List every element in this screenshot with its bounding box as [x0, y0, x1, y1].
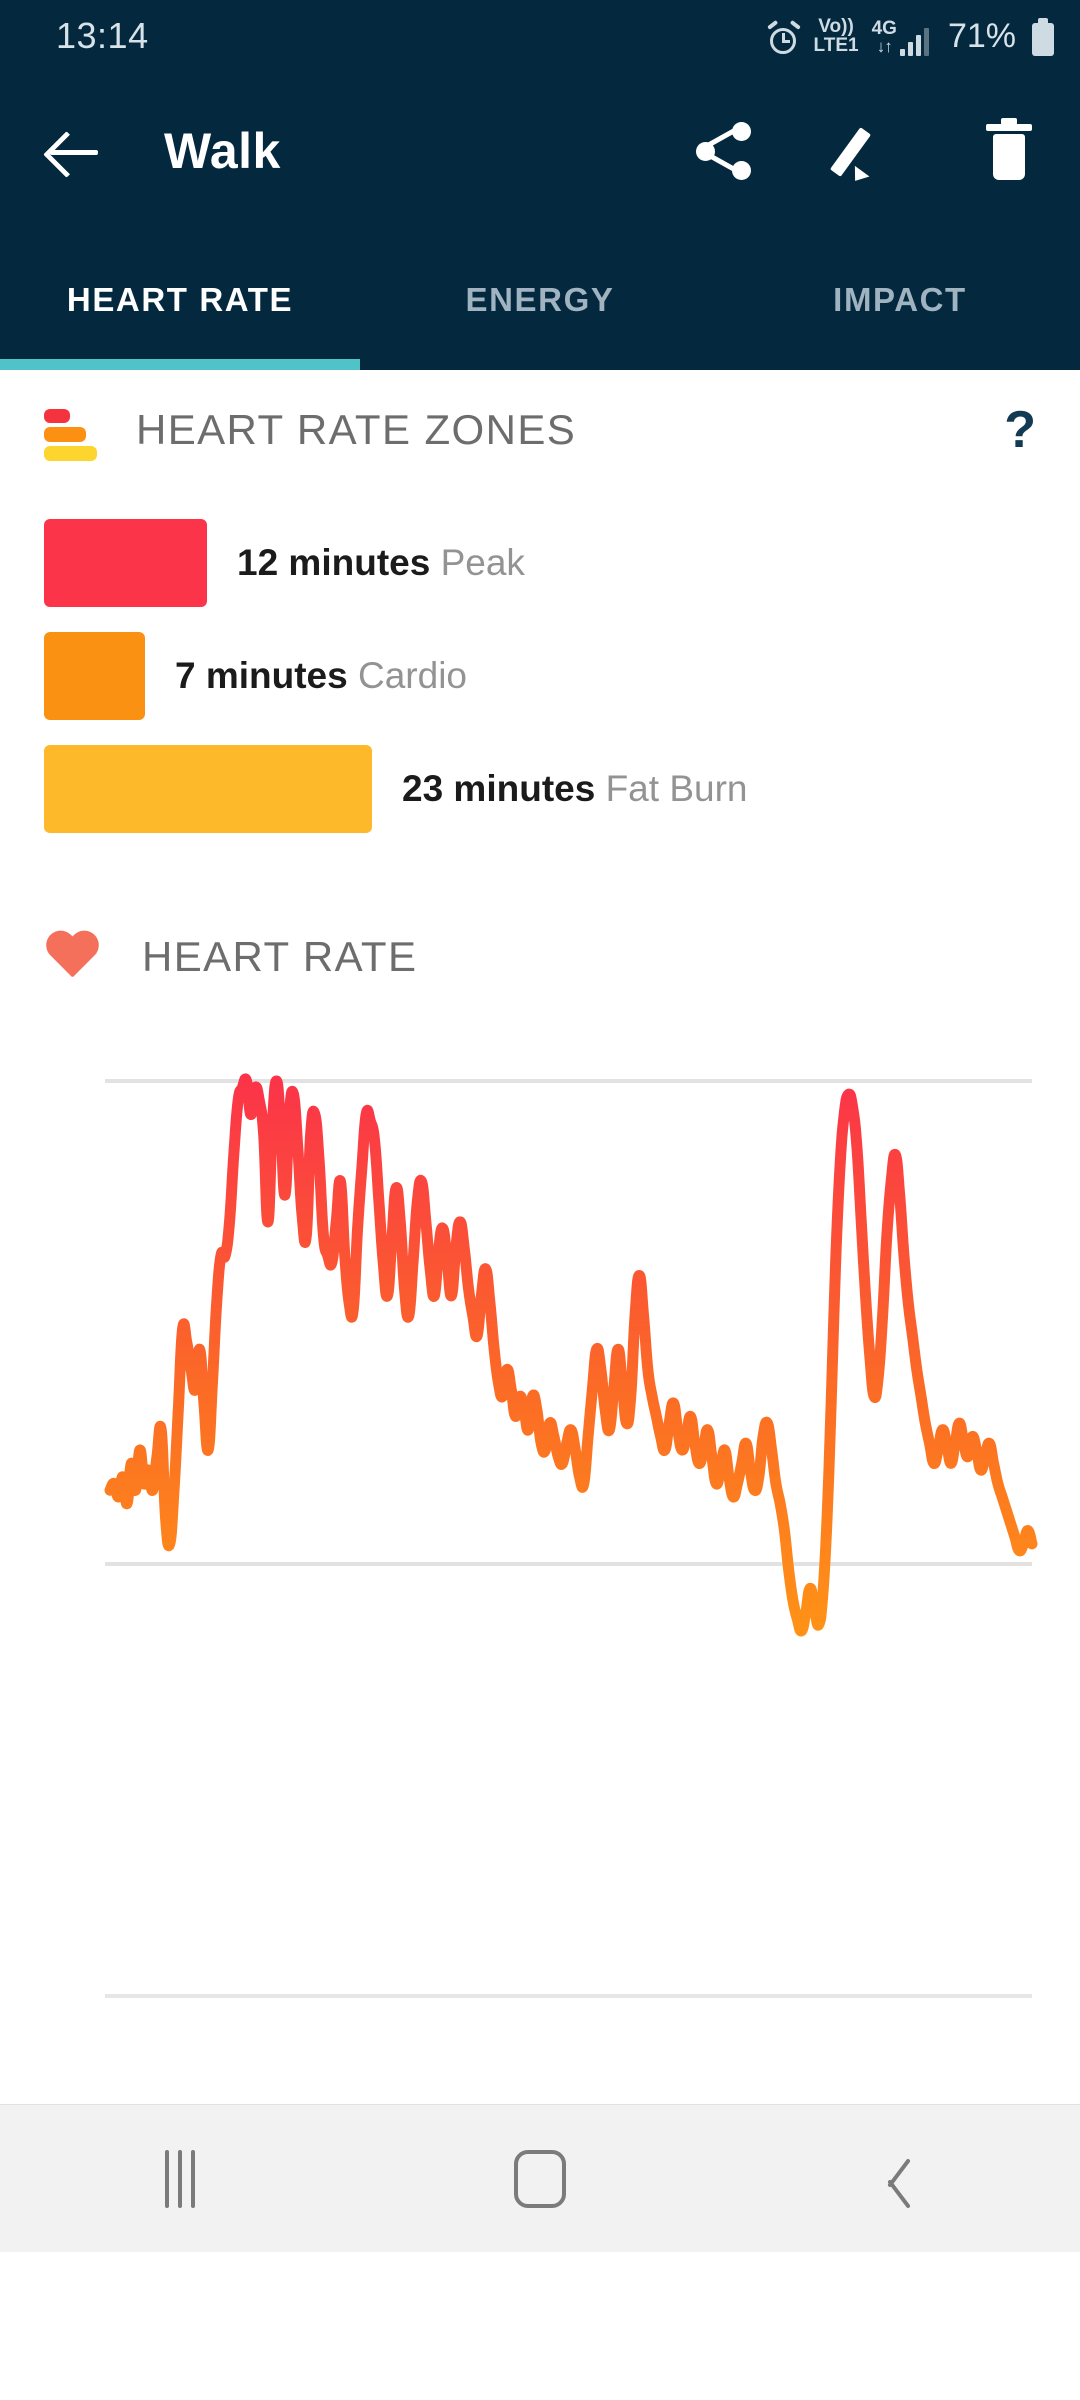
- zone-bar-fat-burn: [44, 744, 372, 833]
- help-icon[interactable]: ?: [1004, 404, 1036, 456]
- pencil-edit-icon[interactable]: [829, 122, 896, 187]
- heart-rate-line: [104, 1073, 1038, 1637]
- tab-bar: HEART RATE ENERGY IMPACT: [0, 230, 1080, 370]
- data-transfer-arrows-icon: ↓↑: [876, 37, 893, 57]
- zone-row-fat-burn: 23 minutes Fat Burn: [44, 732, 1036, 845]
- zone-minutes-peak: 12 minutes: [237, 541, 431, 583]
- recents-button[interactable]: [0, 2149, 360, 2208]
- share-icon[interactable]: [696, 122, 754, 180]
- zone-name-peak: Peak: [440, 541, 525, 583]
- back-arrow-icon[interactable]: [42, 119, 106, 183]
- recents-icon: [165, 2149, 195, 2208]
- heart-rate-zones-header: HEART RATE ZONES ?: [0, 370, 1080, 490]
- status-bar-clock: 13:14: [56, 15, 149, 56]
- main-content: HEART RATE ZONES ? 12 minutes Peak 7 min…: [0, 370, 1080, 2252]
- home-button[interactable]: [360, 2149, 720, 2208]
- tab-energy[interactable]: ENERGY: [360, 230, 720, 370]
- heart-rate-chart-svg: [104, 1073, 1038, 1998]
- zone-minutes-cardio: 7 minutes: [175, 654, 348, 696]
- zone-row-peak: 12 minutes Peak: [44, 506, 1036, 619]
- signal-bars-icon: [899, 27, 929, 56]
- trash-delete-icon[interactable]: [980, 118, 1038, 180]
- heart-rate-header: HEART RATE: [0, 897, 1080, 1017]
- zone-label-cardio: 7 minutes Cardio: [175, 655, 467, 697]
- app-bar: Walk: [0, 72, 1080, 230]
- heart-rate-zones-title: HEART RATE ZONES: [136, 406, 577, 453]
- heart-rate-zones-list: 12 minutes Peak 7 minutes Cardio 23 minu…: [0, 506, 1080, 845]
- android-nav-bar: [0, 2104, 1080, 2252]
- status-bar-icons: Vo)) LTE1 4G ↓↑ 71%: [766, 15, 1054, 57]
- app-bar-actions: [696, 118, 1038, 187]
- heart-rate-title: HEART RATE: [142, 933, 418, 980]
- battery-icon: [1032, 17, 1054, 56]
- back-icon: [885, 2153, 915, 2205]
- zone-label-fat-burn: 23 minutes Fat Burn: [402, 768, 747, 810]
- alarm-clock-icon: [766, 19, 801, 56]
- tab-active-indicator: [0, 359, 360, 370]
- status-bar: 13:14 Vo)) LTE1 4G ↓↑ 71%: [0, 0, 1080, 72]
- zone-name-fat-burn: Fat Burn: [605, 767, 748, 809]
- volte-line-2: LTE1: [813, 35, 859, 57]
- tab-impact[interactable]: IMPACT: [720, 230, 1080, 370]
- heart-rate-chart: 173 101 30 00:00 46:04: [0, 1051, 1080, 2217]
- heart-rate-zones-icon: [44, 407, 97, 461]
- zone-bar-peak: [44, 518, 207, 607]
- zone-bar-cardio: [44, 631, 145, 720]
- volte-line-1: Vo)): [818, 15, 854, 37]
- home-icon: [514, 2149, 566, 2208]
- zone-label-peak: 12 minutes Peak: [237, 542, 525, 584]
- zone-minutes-fat-burn: 23 minutes: [402, 767, 596, 809]
- zone-row-cardio: 7 minutes Cardio: [44, 619, 1036, 732]
- battery-percent-label: 71%: [947, 16, 1016, 55]
- back-button[interactable]: [720, 2153, 1080, 2205]
- page-title: Walk: [164, 123, 281, 179]
- zone-name-cardio: Cardio: [358, 654, 467, 696]
- network-indicator: 4G ↓↑: [871, 17, 929, 57]
- heart-icon: [44, 932, 100, 982]
- tab-heart-rate[interactable]: HEART RATE: [0, 230, 360, 370]
- network-type-label: 4G: [871, 17, 897, 39]
- volte-icon: Vo)) LTE1: [813, 15, 859, 57]
